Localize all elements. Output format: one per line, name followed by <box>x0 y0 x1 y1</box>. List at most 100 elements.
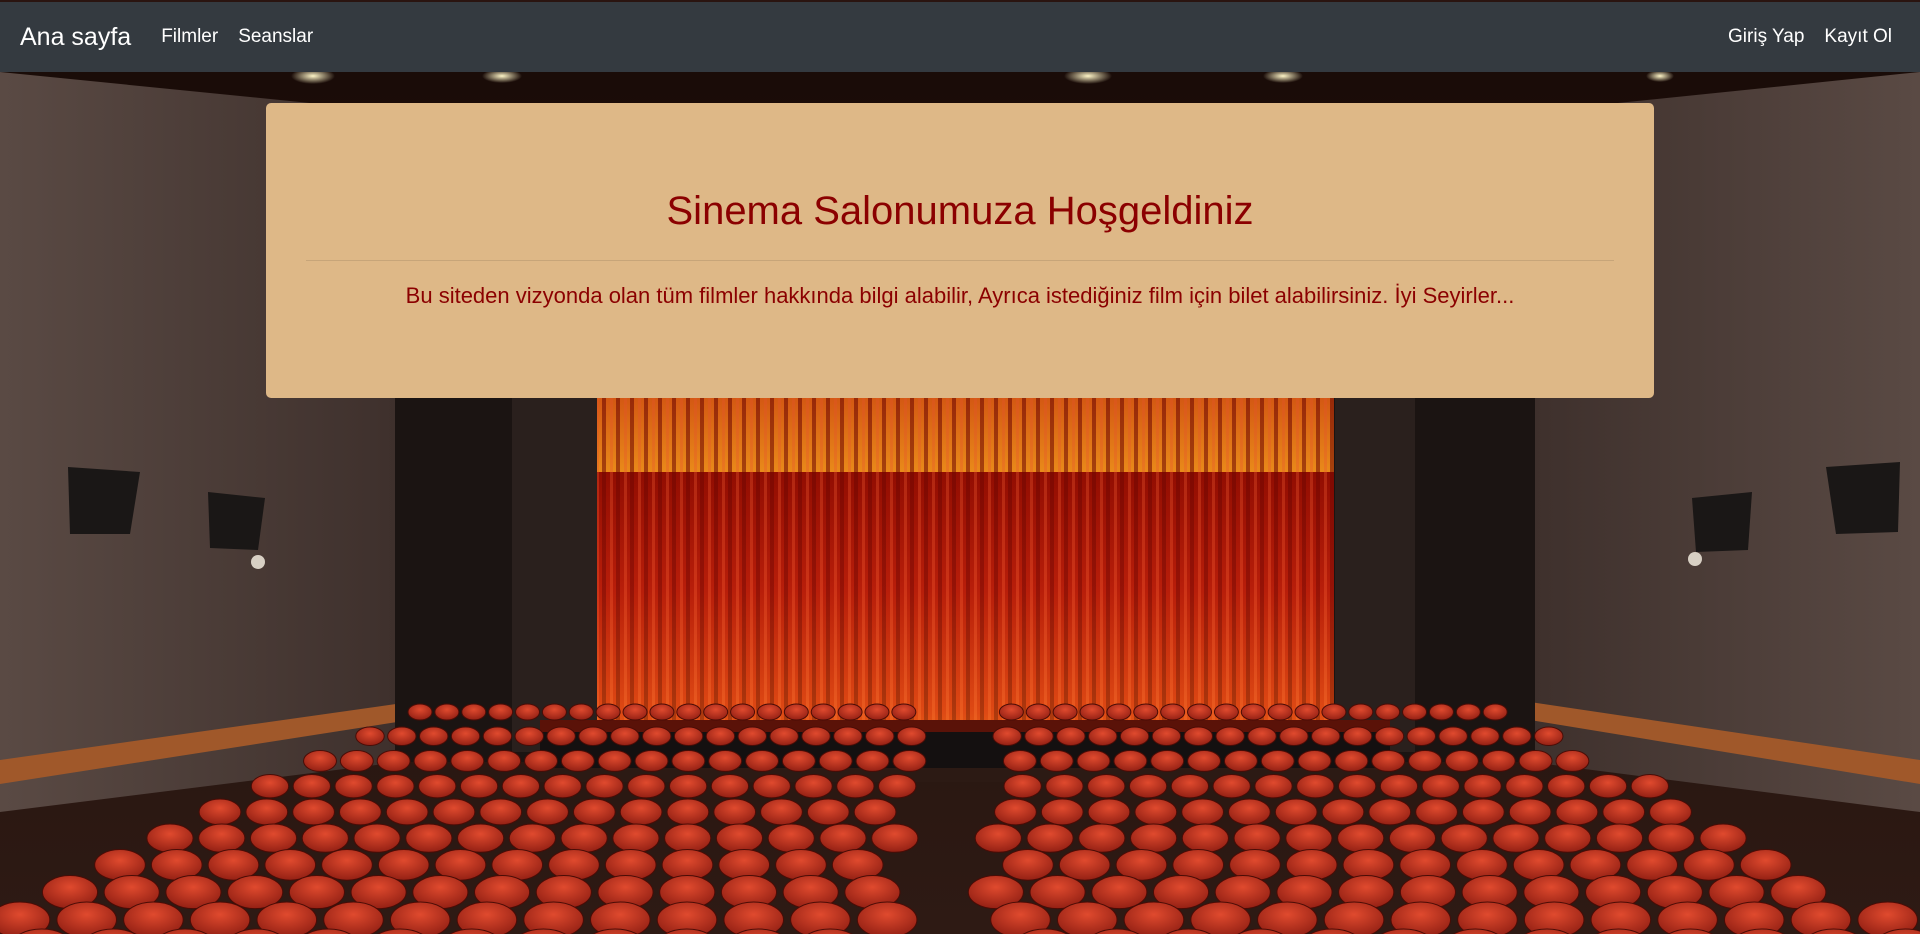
seat-shape <box>321 849 373 881</box>
welcome-title: Sinema Salonumuza Hoşgeldiniz <box>666 189 1254 233</box>
seat-shape <box>1455 703 1481 721</box>
seat-shape <box>864 703 890 721</box>
seat-shape <box>1428 703 1454 721</box>
seat-shape <box>1113 750 1148 772</box>
seat-shape <box>1492 823 1540 853</box>
seat-shape <box>1334 750 1369 772</box>
seat-shape <box>1482 703 1508 721</box>
seat-shape <box>1106 703 1132 721</box>
seat-shape <box>585 774 624 799</box>
seat-shape <box>1508 798 1552 826</box>
seat-shape <box>1311 726 1341 746</box>
seat-shape <box>1297 750 1332 772</box>
seat-shape <box>649 703 675 721</box>
seat-shape <box>856 901 918 934</box>
seat-shape <box>836 774 875 799</box>
seat-shape <box>708 750 743 772</box>
seat-shape <box>1555 750 1590 772</box>
seat-shape <box>256 901 318 934</box>
seat-shape <box>1002 750 1037 772</box>
seat-shape <box>676 703 702 721</box>
seat-shape <box>482 726 513 746</box>
seat-shape <box>853 798 897 826</box>
seat-shape <box>1213 703 1239 721</box>
seat-shape <box>1368 798 1412 826</box>
seat-shape <box>376 774 415 799</box>
seat-shape <box>1739 849 1792 881</box>
seat-shape <box>123 901 184 934</box>
seat-shape <box>1683 849 1735 881</box>
seat-shape <box>664 823 712 853</box>
seat-shape <box>781 750 816 772</box>
seat-shape <box>627 774 666 799</box>
seat-shape <box>1039 750 1074 772</box>
seat-shape <box>1056 726 1086 746</box>
seat-shape <box>1296 774 1335 799</box>
seat-shape <box>1045 774 1084 799</box>
seat-shape <box>994 798 1037 826</box>
seat-shape <box>523 901 584 934</box>
seat-shape <box>1518 750 1553 772</box>
seat-shape <box>752 774 791 799</box>
seat-shape <box>1123 901 1185 934</box>
seat-shape <box>865 726 895 746</box>
seat-shape <box>1321 798 1365 826</box>
seat-shape <box>508 823 556 853</box>
seat-shape <box>1294 703 1320 721</box>
navbar-right-group: Giriş Yap Kayıt Ol <box>1728 26 1900 48</box>
seat-shape <box>818 750 853 772</box>
seat-shape <box>1240 703 1266 721</box>
seat-shape <box>1128 774 1168 799</box>
seat-shape <box>1279 726 1309 746</box>
seat-shape <box>189 901 251 934</box>
seat-shape <box>461 703 487 721</box>
seat-shape <box>775 849 827 881</box>
seat-shape <box>578 726 608 746</box>
seat-shape <box>1406 726 1437 746</box>
seat-shape <box>245 798 289 826</box>
seat-shape <box>1470 726 1500 746</box>
seat-shape <box>1555 798 1599 826</box>
seat-shape <box>457 823 505 853</box>
seat-shape <box>810 703 836 721</box>
seat-shape <box>1078 823 1126 853</box>
seat-shape <box>801 726 831 746</box>
nav-link-login[interactable]: Giriş Yap <box>1728 26 1804 48</box>
seat-shape <box>1133 703 1159 721</box>
seat-shape <box>1371 750 1406 772</box>
seat-shape <box>1040 798 1084 826</box>
seat-shape <box>1076 750 1111 772</box>
seat-shape <box>572 798 616 826</box>
seat-shape <box>1544 823 1592 853</box>
seat-shape <box>1187 703 1213 721</box>
navbar-brand-link[interactable]: Ana sayfa <box>20 23 131 52</box>
seat-shape <box>668 774 708 799</box>
nav-link-register[interactable]: Kayıt Ol <box>1824 26 1892 48</box>
seat-shape <box>1595 823 1644 853</box>
seat-shape <box>1183 726 1214 746</box>
seat-shape <box>1002 849 1054 881</box>
seat-shape <box>878 774 917 799</box>
seat-shape <box>301 823 349 853</box>
seat-shape <box>1502 726 1532 746</box>
seat-shape <box>418 774 457 799</box>
seat-shape <box>1003 774 1042 799</box>
seat-shape <box>1481 750 1516 772</box>
seat-shape <box>198 798 242 826</box>
seat-shape <box>833 726 863 746</box>
seat-shape <box>819 823 867 853</box>
seat-shape <box>1463 774 1502 799</box>
seat-shape <box>1402 703 1428 721</box>
seat-shape <box>1461 798 1505 826</box>
nav-link-filmler[interactable]: Filmler <box>161 26 218 48</box>
seat-shape <box>543 774 582 799</box>
nav-link-seanslar[interactable]: Seanslar <box>238 26 313 48</box>
seat-shape <box>488 703 514 721</box>
seat-shape <box>1602 798 1646 826</box>
seat-shape <box>1375 703 1401 721</box>
seat-shape <box>334 774 373 799</box>
seat-shape <box>1630 774 1670 799</box>
seat-shape <box>1267 703 1293 721</box>
welcome-jumbotron: Sinema Salonumuza Hoşgeldiniz Bu siteden… <box>266 103 1654 398</box>
seat-shape <box>794 774 833 799</box>
